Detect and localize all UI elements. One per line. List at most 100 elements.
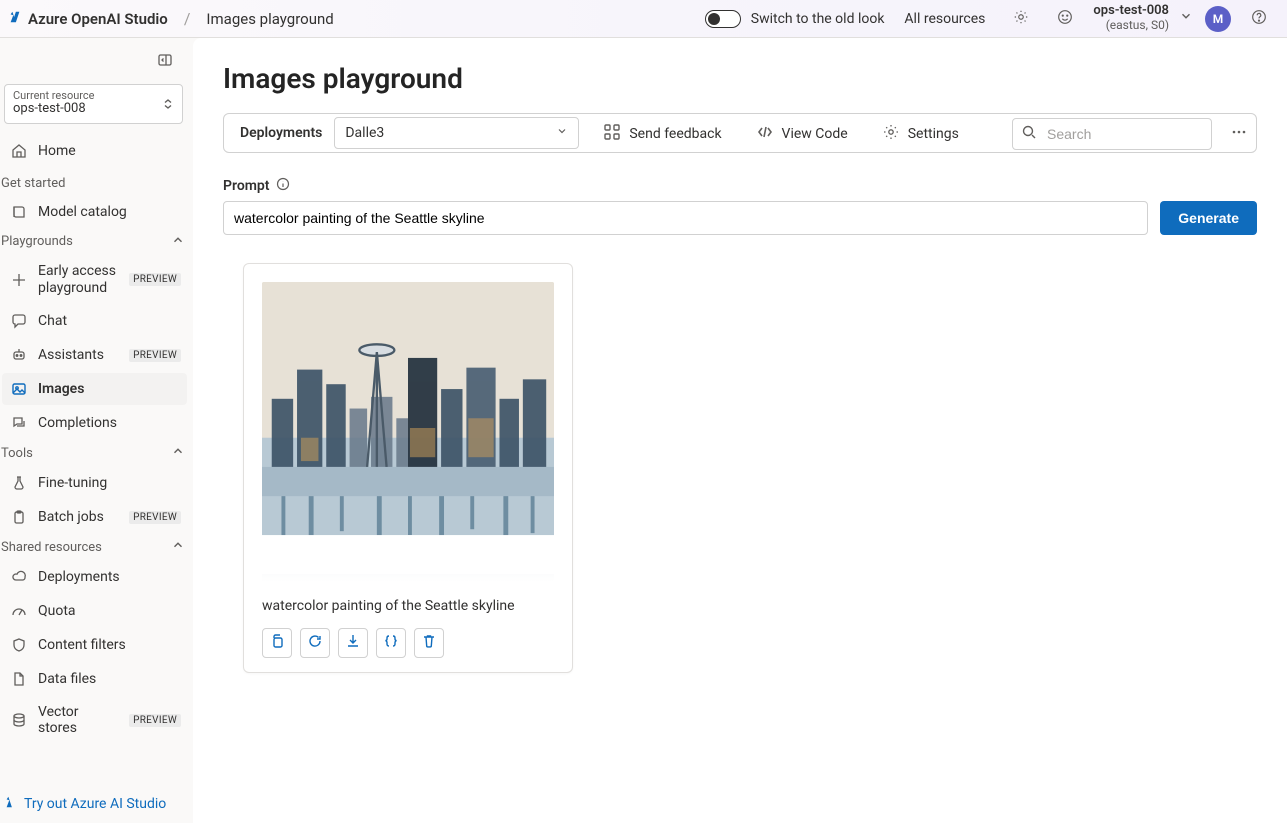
download-button[interactable] bbox=[338, 628, 368, 658]
more-horizontal-icon bbox=[1231, 124, 1247, 144]
nav-group-label: Shared resources bbox=[1, 540, 102, 555]
footer-label: Try out Azure AI Studio bbox=[24, 796, 166, 812]
nav-label: Model catalog bbox=[38, 204, 127, 220]
gear-icon bbox=[882, 123, 900, 145]
prompt-input[interactable] bbox=[223, 201, 1148, 235]
shield-icon bbox=[10, 636, 28, 654]
search-input[interactable] bbox=[1045, 125, 1230, 143]
button-label: Settings bbox=[908, 126, 959, 142]
nav-label: Completions bbox=[38, 415, 117, 431]
settings-gear-button[interactable] bbox=[1005, 3, 1037, 35]
json-button[interactable] bbox=[376, 628, 406, 658]
nav-label: Fine-tuning bbox=[38, 475, 107, 491]
nav-group-playgrounds[interactable]: Playgrounds bbox=[0, 229, 193, 255]
nav-group-label: Tools bbox=[1, 446, 33, 461]
nav-label: Home bbox=[38, 143, 76, 159]
azure-logo-icon bbox=[8, 10, 22, 28]
try-ai-studio-link[interactable]: Try out Azure AI Studio bbox=[4, 795, 166, 813]
grid-icon bbox=[603, 123, 621, 145]
document-icon bbox=[10, 670, 28, 688]
resource-picker-value: ops-test-008 bbox=[13, 101, 174, 118]
nav-vectorstores[interactable]: Vector stores PREVIEW bbox=[2, 697, 187, 743]
sparkle-icon bbox=[4, 795, 18, 813]
collapse-sidebar-button[interactable] bbox=[151, 46, 179, 78]
chat-icon bbox=[10, 312, 28, 330]
delete-button[interactable] bbox=[414, 628, 444, 658]
toolbar: Deployments Dalle3 Send feedback View Co… bbox=[223, 113, 1257, 153]
view-code-button[interactable]: View Code bbox=[746, 118, 858, 150]
settings-button[interactable]: Settings bbox=[872, 118, 969, 150]
nav-chat[interactable]: Chat bbox=[2, 305, 187, 337]
gauge-icon bbox=[10, 602, 28, 620]
brand-title: Azure OpenAI Studio bbox=[28, 10, 168, 28]
deployment-select[interactable]: Dalle3 bbox=[334, 117, 579, 149]
nav-early-access[interactable]: Early access playground PREVIEW bbox=[2, 256, 187, 304]
account-region: (eastus, S0) bbox=[1093, 19, 1169, 33]
toggle-icon bbox=[705, 10, 741, 28]
chevron-up-icon bbox=[171, 444, 185, 462]
nav-group-get-started[interactable]: Get started bbox=[0, 172, 193, 195]
results-gallery: watercolor painting of the Seattle skyli… bbox=[223, 263, 1257, 673]
search-input-wrapper[interactable] bbox=[1012, 118, 1212, 150]
chevron-down-icon bbox=[1179, 9, 1193, 27]
main-content: Images playground Deployments Dalle3 Sen… bbox=[193, 38, 1287, 823]
nav-group-tools[interactable]: Tools bbox=[0, 440, 193, 466]
result-caption: watercolor painting of the Seattle skyli… bbox=[262, 598, 554, 614]
nav-label: Images bbox=[38, 381, 84, 397]
nav-group-label: Playgrounds bbox=[1, 234, 73, 249]
nav-finetuning[interactable]: Fine-tuning bbox=[2, 467, 187, 499]
resource-picker[interactable]: Current resource ops-test-008 bbox=[4, 84, 183, 124]
nav-label: Quota bbox=[38, 603, 76, 619]
nav-assistants[interactable]: Assistants PREVIEW bbox=[2, 339, 187, 371]
trash-icon bbox=[421, 633, 437, 653]
nav-contentfilters[interactable]: Content filters bbox=[2, 629, 187, 661]
copy-icon bbox=[269, 633, 285, 653]
preview-badge: PREVIEW bbox=[129, 349, 181, 362]
nav-completions[interactable]: Completions bbox=[2, 407, 187, 439]
smile-icon bbox=[1056, 8, 1074, 30]
nav-images[interactable]: Images bbox=[2, 373, 187, 405]
nav-label: Chat bbox=[38, 313, 67, 329]
nav-deployments[interactable]: Deployments bbox=[2, 561, 187, 593]
code-icon bbox=[756, 123, 774, 145]
help-button[interactable] bbox=[1243, 3, 1275, 35]
brand-home-link[interactable]: Azure OpenAI Studio bbox=[8, 10, 168, 28]
nav-model-catalog[interactable]: Model catalog bbox=[2, 196, 187, 228]
download-icon bbox=[345, 633, 361, 653]
book-icon bbox=[10, 203, 28, 221]
database-icon bbox=[10, 711, 28, 729]
braces-icon bbox=[383, 633, 399, 653]
feedback-smile-button[interactable] bbox=[1049, 3, 1081, 35]
nav-group-label: Get started bbox=[1, 176, 65, 191]
all-resources-link[interactable]: All resources bbox=[896, 11, 993, 27]
button-label: View Code bbox=[782, 126, 848, 142]
user-avatar[interactable]: M bbox=[1205, 6, 1231, 32]
account-name: ops-test-008 bbox=[1093, 4, 1169, 19]
nav-datafiles[interactable]: Data files bbox=[2, 663, 187, 695]
result-card: watercolor painting of the Seattle skyli… bbox=[243, 263, 573, 673]
nav-home[interactable]: Home bbox=[2, 135, 187, 167]
info-icon[interactable] bbox=[276, 177, 290, 195]
nav-label: Early access playground bbox=[38, 263, 119, 297]
copy-button[interactable] bbox=[262, 628, 292, 658]
nav-batchjobs[interactable]: Batch jobs PREVIEW bbox=[2, 501, 187, 533]
prompt-label: Prompt bbox=[223, 178, 270, 194]
resource-picker-label: Current resource bbox=[13, 90, 174, 101]
account-switcher[interactable]: ops-test-008 (eastus, S0) bbox=[1093, 4, 1193, 33]
nav-label: Deployments bbox=[38, 569, 120, 585]
switch-old-look[interactable]: Switch to the old look bbox=[705, 10, 885, 28]
regenerate-button[interactable] bbox=[300, 628, 330, 658]
button-label: Send feedback bbox=[629, 126, 721, 142]
cloud-icon bbox=[10, 568, 28, 586]
sidebar: Current resource ops-test-008 Home Get s… bbox=[0, 38, 193, 823]
nav-label: Vector stores bbox=[38, 704, 119, 736]
breadcrumb-separator: / bbox=[184, 9, 191, 28]
result-thumbnail[interactable] bbox=[262, 282, 554, 582]
more-actions-button[interactable] bbox=[1226, 118, 1252, 150]
send-feedback-button[interactable]: Send feedback bbox=[593, 118, 731, 150]
generate-button[interactable]: Generate bbox=[1160, 201, 1257, 235]
nav-group-shared[interactable]: Shared resources bbox=[0, 534, 193, 560]
sort-icon bbox=[162, 98, 174, 110]
nav-quota[interactable]: Quota bbox=[2, 595, 187, 627]
nav-label: Assistants bbox=[38, 347, 104, 363]
